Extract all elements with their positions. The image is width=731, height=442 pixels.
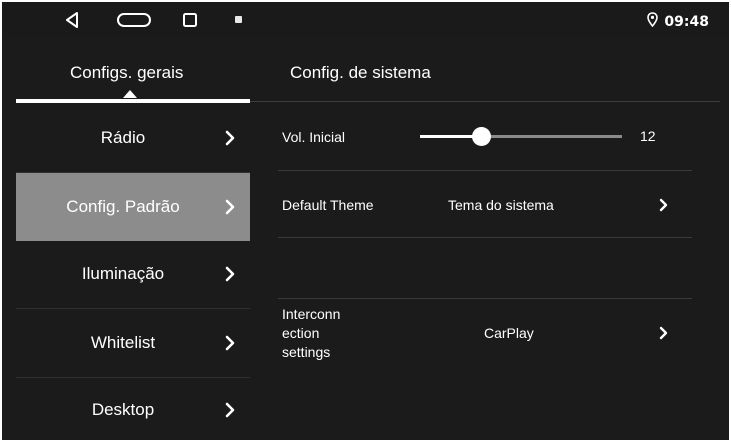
theme-label: Default Theme	[282, 197, 374, 213]
home-icon[interactable]	[114, 10, 154, 30]
sidebar-item-default-config[interactable]: Config. Padrão	[16, 173, 250, 241]
back-icon[interactable]	[64, 10, 80, 30]
chevron-right-icon	[210, 402, 250, 418]
chevron-right-icon	[659, 326, 668, 345]
notification-icon	[235, 16, 242, 23]
status-indicators: 09:48	[647, 12, 709, 31]
recents-icon[interactable]	[180, 10, 200, 30]
tab-bar: Configs. gerais Config. de sistema	[2, 38, 729, 103]
tab-system-settings[interactable]: Config. de sistema	[290, 63, 431, 83]
chevron-right-icon	[210, 130, 250, 146]
clock: 09:48	[664, 13, 709, 30]
interconnection-value: CarPlay	[484, 325, 534, 341]
screen: 09:48 Configs. gerais Config. de sistema…	[2, 2, 729, 440]
sidebar-item-label: Rádio	[100, 128, 146, 147]
interconnection-label: Interconn ection settings	[282, 306, 341, 360]
sidebar-item-label: Whitelist	[90, 333, 156, 352]
chevron-right-icon	[210, 266, 250, 282]
sidebar-item-label: Iluminação	[81, 264, 165, 283]
sidebar-item-label: Config. Padrão	[66, 197, 180, 216]
chevron-right-icon	[659, 198, 668, 217]
theme-value: Tema do sistema	[448, 197, 554, 213]
active-tab-indicator	[16, 99, 250, 103]
interconnection-row[interactable]: Interconn ection settings CarPlay	[278, 299, 692, 379]
empty-row	[278, 238, 692, 299]
sidebar-item-whitelist[interactable]: Whitelist	[16, 309, 250, 378]
volume-slider-thumb[interactable]	[471, 127, 491, 146]
status-bar: 09:48	[2, 2, 729, 38]
chevron-right-icon	[210, 199, 250, 215]
settings-panel: Vol. Inicial 12 Default Theme Tema do si…	[278, 104, 692, 440]
chevron-right-icon	[210, 335, 250, 351]
sidebar-item-radio[interactable]: Rádio	[16, 104, 250, 173]
sidebar: Rádio Config. Padrão Iluminação Whitelis…	[16, 104, 250, 440]
theme-row[interactable]: Default Theme Tema do sistema	[278, 171, 692, 238]
sidebar-item-lighting[interactable]: Iluminação	[16, 240, 250, 309]
sidebar-item-desktop[interactable]: Desktop	[16, 376, 250, 440]
volume-slider[interactable]	[420, 127, 622, 146]
location-icon	[647, 12, 659, 31]
volume-value: 12	[640, 128, 656, 144]
tab-divider	[250, 101, 720, 102]
sidebar-item-label: Desktop	[91, 400, 155, 419]
active-tab-caret	[123, 90, 137, 98]
volume-row: Vol. Inicial 12	[278, 104, 692, 171]
tab-general-settings[interactable]: Configs. gerais	[70, 63, 183, 83]
volume-label: Vol. Inicial	[282, 129, 346, 145]
